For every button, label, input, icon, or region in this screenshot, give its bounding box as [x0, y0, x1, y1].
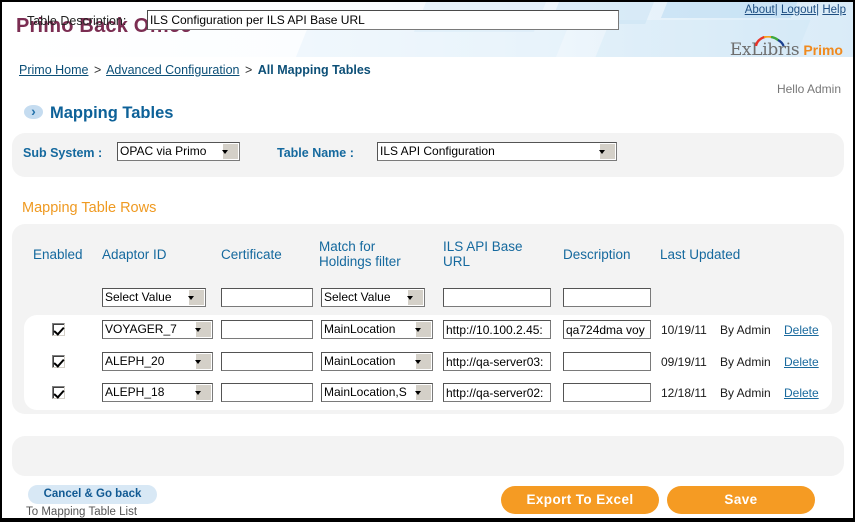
table-row-match-holdings-select[interactable]: MainLocation [321, 320, 433, 339]
user-greeting: Hello Admin [776, 82, 841, 96]
table-row-match-holdings-wrapper[interactable]: MainLocation,S [321, 383, 433, 402]
table-row-certificate-input[interactable] [221, 383, 313, 402]
table-row-certificate-input[interactable] [221, 320, 313, 339]
cancel-sublabel: To Mapping Table List [26, 506, 138, 518]
table-name-select[interactable]: ILS API Configuration [377, 142, 617, 161]
logout-link[interactable]: Logout [781, 4, 816, 16]
breadcrumb-item-advanced-configuration[interactable]: Advanced Configuration [106, 63, 239, 77]
table-description-label: Table Description: [27, 14, 127, 28]
link-separator: | [774, 4, 778, 16]
table-description-input[interactable] [147, 10, 619, 30]
table-row-match-holdings-select[interactable]: MainLocation,S [321, 383, 433, 402]
top-navigation-links: About| Logout| Help [745, 4, 846, 16]
primo-wordmark: Primo [803, 42, 843, 58]
table-row-enabled-checkbox[interactable] [52, 323, 65, 336]
table-name-label: Table Name : [277, 146, 354, 160]
table-name-select-wrapper[interactable]: ILS API Configuration [377, 142, 617, 161]
breadcrumb: Primo Home > Advanced Configuration > Al… [19, 63, 371, 77]
column-header-ils-line1: ILS API Base [443, 239, 523, 254]
column-header-adaptor-id: Adaptor ID [102, 247, 167, 262]
table-row-match-holdings-select[interactable]: MainLocation [321, 352, 433, 371]
exlibris-primo-logo: ExLibris Primo [730, 36, 843, 62]
link-separator: | [816, 4, 820, 16]
breadcrumb-item-all-mapping-tables: All Mapping Tables [257, 63, 371, 77]
column-header-match-line1: Match for [319, 239, 376, 254]
column-header-last-updated: Last Updated [660, 247, 741, 262]
rainbow-arc-icon [754, 36, 785, 47]
column-header-description: Description [563, 247, 631, 262]
breadcrumb-separator: > [93, 63, 102, 77]
new-row-description-input[interactable] [563, 288, 651, 307]
table-row-description-input[interactable] [563, 320, 651, 339]
table-row-match-holdings-wrapper[interactable]: MainLocation [321, 320, 433, 339]
sub-system-select-wrapper[interactable]: OPAC via Primo [117, 142, 240, 161]
column-header-certificate: Certificate [221, 247, 282, 262]
column-header-match-line2: Holdings filter [319, 254, 401, 269]
new-row-certificate-input[interactable] [221, 288, 313, 307]
table-row-enabled-checkbox[interactable] [52, 386, 65, 399]
application-window: Primo Back Office About| Logout| Help Ex… [0, 0, 855, 522]
mapping-table-rows-title: Mapping Table Rows [22, 200, 157, 216]
column-header-match-holdings: Match for Holdings filter [319, 239, 429, 269]
about-link[interactable]: About [745, 4, 775, 16]
table-row-last-updated-date: 09/19/11 [661, 355, 707, 369]
column-header-enabled: Enabled [33, 247, 83, 262]
table-row-description-input[interactable] [563, 352, 651, 371]
new-row-adaptor-id-select[interactable]: Select Value [102, 288, 206, 307]
cancel-and-go-back-button[interactable]: Cancel & Go back [28, 485, 157, 504]
table-row-ils-api-base-url-input[interactable] [443, 352, 551, 371]
table-row-adaptor-id-select[interactable]: VOYAGER_7 [102, 320, 213, 339]
help-link[interactable]: Help [822, 4, 846, 16]
table-row-last-updated-by: By Admin [720, 386, 771, 400]
table-row-delete-link[interactable]: Delete [784, 386, 819, 400]
table-row-adaptor-id-wrapper[interactable]: ALEPH_18 [102, 383, 213, 402]
table-row-enabled-checkbox[interactable] [52, 355, 65, 368]
table-description-panel [12, 436, 844, 476]
table-row-ils-api-base-url-input[interactable] [443, 320, 551, 339]
sub-system-select[interactable]: OPAC via Primo [117, 142, 240, 161]
table-row-adaptor-id-wrapper[interactable]: VOYAGER_7 [102, 320, 213, 339]
table-row-last-updated-date: 12/18/11 [661, 386, 707, 400]
table-row-last-updated-date: 10/19/11 [661, 323, 707, 337]
new-row-adaptor-id-wrapper[interactable]: Select Value [102, 288, 206, 307]
table-row-delete-link[interactable]: Delete [784, 323, 819, 337]
chevron-right-icon [24, 102, 43, 120]
new-row-match-holdings-wrapper[interactable]: Select Value [321, 288, 425, 307]
new-row-match-holdings-select[interactable]: Select Value [321, 288, 425, 307]
column-header-ils-line2: URL [443, 254, 471, 269]
table-row-adaptor-id-select[interactable]: ALEPH_20 [102, 352, 213, 371]
page-title: Mapping Tables [24, 102, 174, 123]
table-row-last-updated-by: By Admin [720, 355, 771, 369]
table-row-description-input[interactable] [563, 383, 651, 402]
table-row-adaptor-id-select[interactable]: ALEPH_18 [102, 383, 213, 402]
table-row-last-updated-by: By Admin [720, 323, 771, 337]
table-row-adaptor-id-wrapper[interactable]: ALEPH_20 [102, 352, 213, 371]
page-title-label: Mapping Tables [50, 104, 174, 122]
table-row-certificate-input[interactable] [221, 352, 313, 371]
export-to-excel-button[interactable]: Export To Excel [501, 486, 659, 514]
table-row-match-holdings-wrapper[interactable]: MainLocation [321, 352, 433, 371]
sub-system-label: Sub System : [23, 146, 103, 160]
table-row-ils-api-base-url-input[interactable] [443, 383, 551, 402]
breadcrumb-item-primo-home[interactable]: Primo Home [19, 63, 88, 77]
new-row-ils-api-base-url-input[interactable] [443, 288, 551, 307]
table-row-delete-link[interactable]: Delete [784, 355, 819, 369]
breadcrumb-separator: > [244, 63, 253, 77]
bottom-divider [2, 518, 853, 520]
save-button[interactable]: Save [667, 486, 815, 514]
column-header-ils-api-base-url: ILS API Base URL [443, 239, 553, 269]
